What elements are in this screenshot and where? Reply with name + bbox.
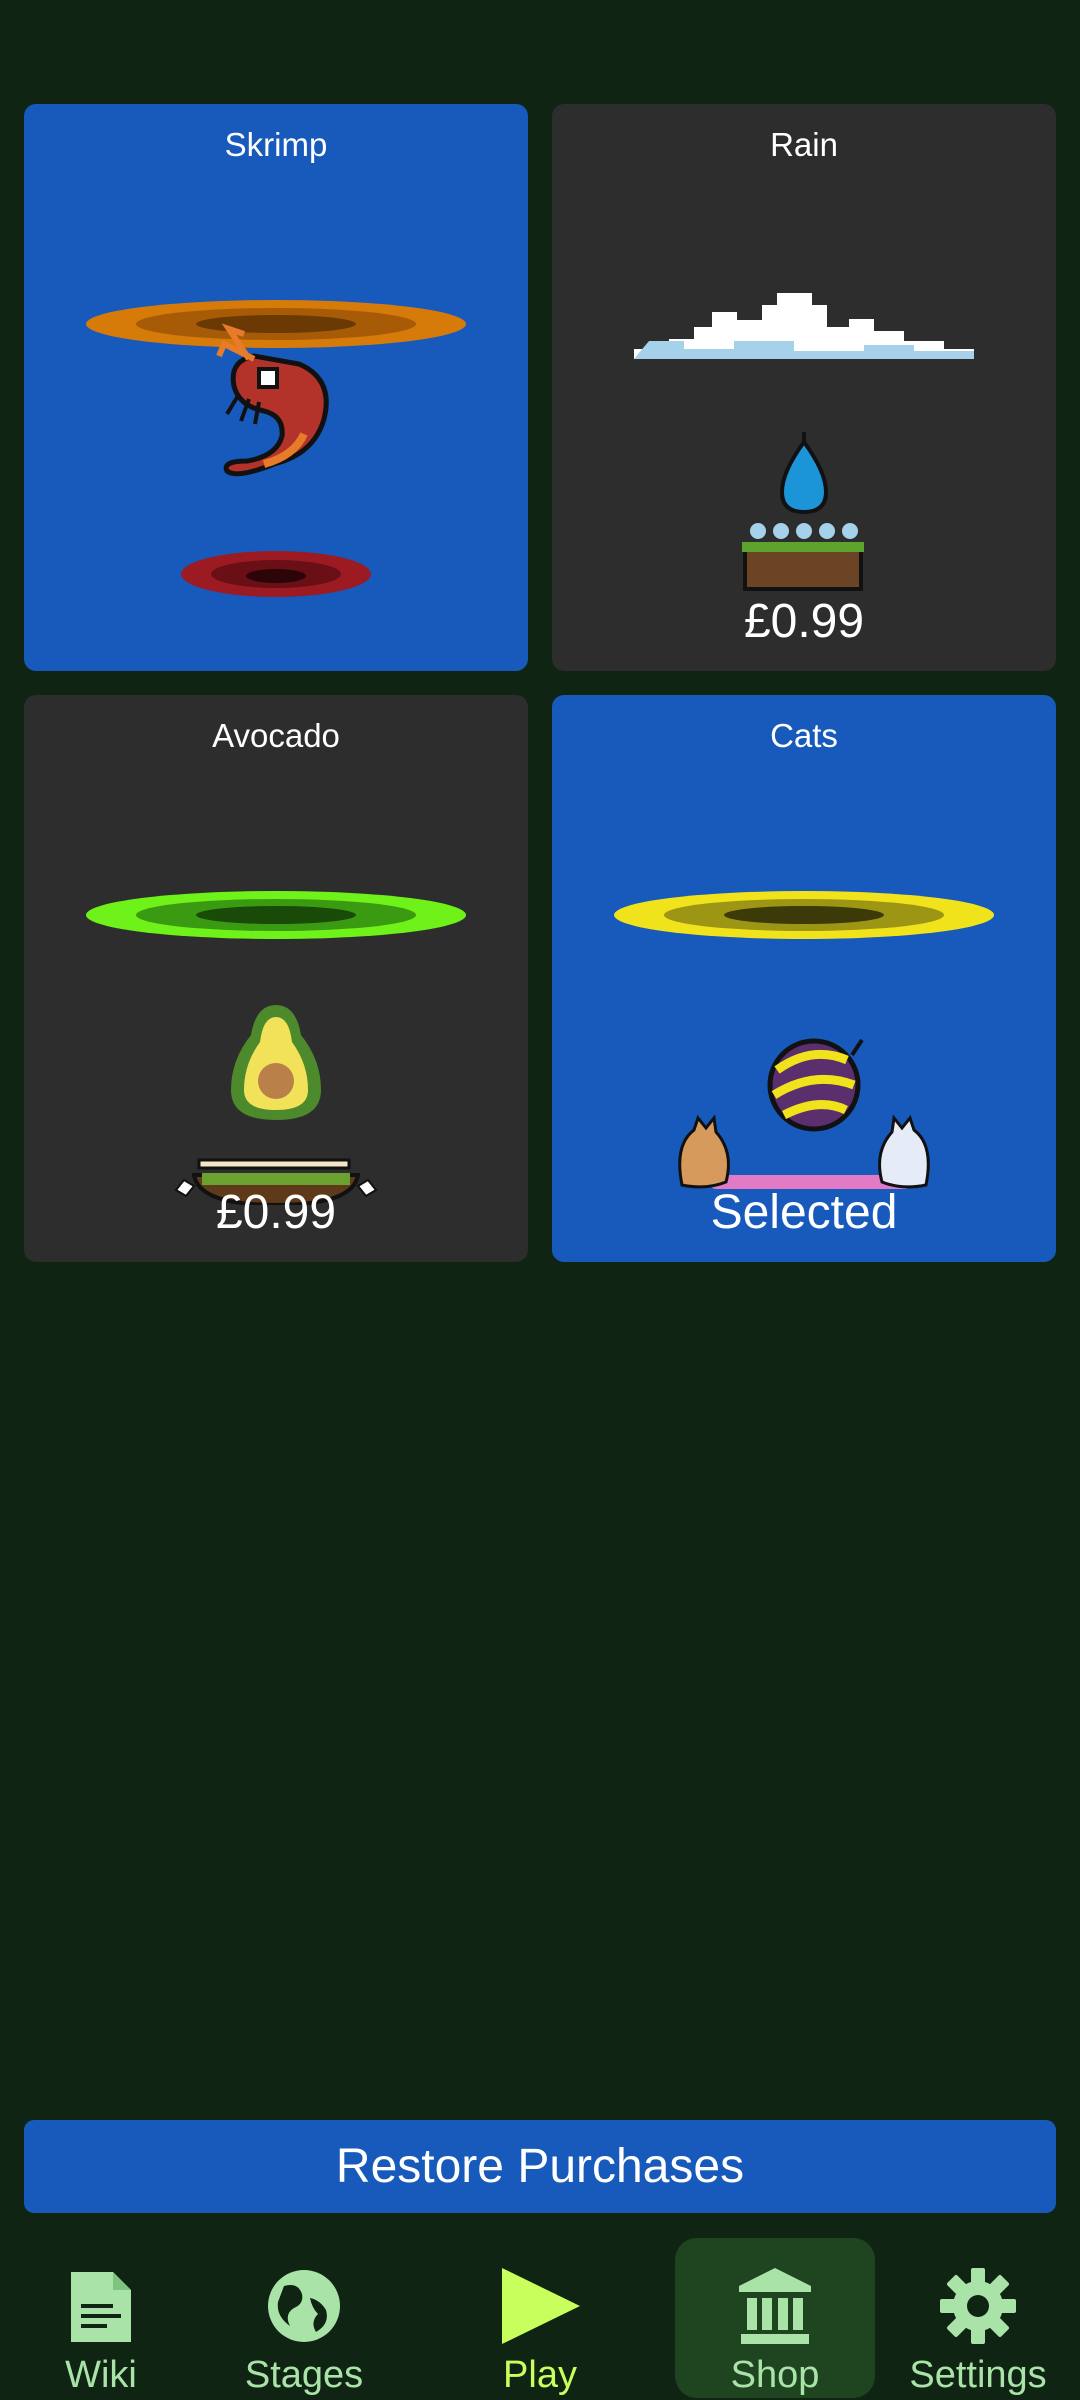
flower-pot-icon — [742, 523, 864, 591]
item-status: Selected — [710, 1186, 898, 1239]
item-preview — [24, 174, 528, 614]
document-icon — [71, 2272, 131, 2342]
nav-label: Wiki — [65, 2354, 137, 2396]
nav-label: Play — [503, 2354, 577, 2396]
item-title: Skrimp — [224, 126, 328, 163]
shop-item-skrimp[interactable]: Skrimp — [24, 104, 528, 671]
red-portal-icon — [181, 551, 371, 597]
nav-shop[interactable]: Shop — [675, 2238, 875, 2398]
yarn-ball-icon — [767, 1038, 864, 1132]
item-preview — [24, 765, 528, 1208]
nav-play[interactable]: Play — [440, 2238, 640, 2398]
nav-stages[interactable]: Stages — [204, 2238, 404, 2398]
shop-item-cats[interactable]: Cats Selected — [552, 695, 1056, 1262]
gear-icon — [940, 2268, 1016, 2344]
nav-label: Stages — [244, 2354, 364, 2396]
nav-wiki[interactable]: Wiki — [1, 2238, 201, 2398]
item-preview — [552, 765, 1056, 1205]
cloud-icon — [634, 293, 974, 359]
shop-item-avocado[interactable]: Avocado £0.99 — [24, 695, 528, 1262]
avocado-icon — [231, 1005, 321, 1120]
item-price: £0.99 — [743, 595, 865, 648]
green-portal-icon — [86, 891, 466, 939]
play-icon — [502, 2268, 580, 2344]
globe-icon — [268, 2270, 340, 2342]
shop-item-rain[interactable]: Rain £0.99 — [552, 104, 1056, 671]
shop-grid: Skrimp Rain £0.99 Avocado £0.99 Cats Sel… — [24, 104, 1056, 1262]
item-price: £0.99 — [215, 1186, 337, 1239]
item-title: Rain — [770, 126, 838, 163]
item-title: Cats — [770, 717, 838, 754]
shrimp-icon — [216, 323, 329, 477]
orange-portal-icon — [86, 300, 466, 348]
bank-icon — [739, 2268, 811, 2344]
nav-settings[interactable]: Settings — [878, 2238, 1078, 2398]
bottom-navigation: Wiki Stages Play Shop Settings — [0, 2234, 1080, 2400]
yellow-portal-icon — [614, 891, 994, 939]
item-title: Avocado — [212, 717, 340, 754]
water-drop-icon — [779, 432, 829, 515]
nav-label: Settings — [909, 2354, 1047, 2396]
nav-label: Shop — [730, 2354, 820, 2396]
item-preview — [552, 174, 1056, 614]
restore-purchases-button[interactable]: Restore Purchases — [24, 2120, 1056, 2213]
